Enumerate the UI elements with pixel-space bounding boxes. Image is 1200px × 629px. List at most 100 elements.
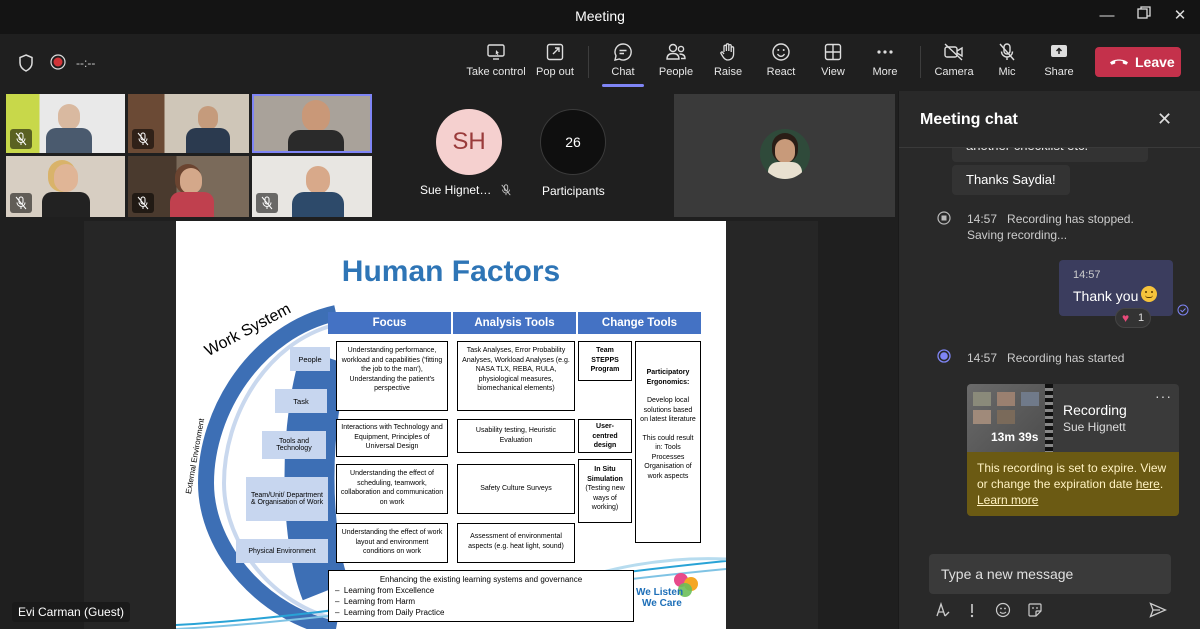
video-tile[interactable] [6,94,125,153]
mic-off-icon [137,132,149,146]
simulation-note: (Testing new ways of working) [585,485,625,511]
heart-reaction-badge[interactable]: ♥ 1 [1115,308,1151,328]
learning-item: – Learning from Harm [335,597,416,606]
focus-cell: Interactions with Technology and Equipme… [336,419,448,457]
learning-title: Enhancing the existing learning systems … [379,575,583,584]
view-label: View [821,66,845,78]
restore-button[interactable] [1134,6,1154,26]
presentation-slide: Human Factors Work System External Envir… [176,221,726,629]
format-icon[interactable] [935,602,951,618]
mic-muted-badge [10,129,32,149]
analysis-cell: Usability testing, Heuristic Evaluation [457,419,575,453]
emoji-icon[interactable] [995,602,1011,618]
header-focus: Focus [328,312,451,334]
chat-active-indicator [602,84,644,87]
presenter-name-label: Evi Carman (Guest) [12,602,131,622]
left-item-team: Team/Unit/ Department & Organisation of … [246,477,328,521]
change-cell-simulation: In Situ Simulation (Testing new ways of … [578,459,632,523]
minimize-button[interactable]: — [1097,6,1117,26]
video-tile[interactable] [128,94,249,153]
participatory-ergonomics-cell: Participatory Ergonomics: Develop local … [635,341,701,543]
we-listen-we-care-logo: We Listen We Care [636,573,706,617]
video-tile[interactable] [252,156,372,217]
react-label: React [766,66,796,78]
chat-label: Chat [611,66,635,78]
learn-more-link[interactable]: Learn more [977,492,1169,508]
share-button[interactable]: Share [1040,42,1078,86]
more-dots-icon [877,50,893,54]
message-text: Thank you [1073,288,1139,304]
close-chat-icon[interactable]: ✕ [1157,109,1172,130]
view-grid-icon [824,43,842,61]
important-icon[interactable] [967,602,977,618]
close-window-button[interactable]: ✕ [1170,6,1190,26]
pe-body: Develop local solutions based on latest … [640,397,696,423]
people-label: People [658,66,694,78]
shield-icon[interactable] [18,54,34,77]
more-button[interactable]: More [864,42,906,86]
mic-muted-badge [132,129,154,149]
sticker-icon[interactable] [1027,602,1043,618]
camera-button[interactable]: Camera [932,42,976,86]
participant-tile[interactable] [674,94,895,217]
recording-stopped-icon [937,211,951,225]
recording-card-owner: Sue Hignett [1063,420,1126,434]
recording-thumbnail[interactable]: 13m 39s [967,384,1053,452]
analysis-cell: Task Analyses, Error Probability Analyse… [457,341,575,411]
participant-name: Sue Hignet… [420,183,492,197]
active-speaker-video-tile[interactable] [252,94,372,153]
message-input[interactable]: Type a new message [929,554,1171,594]
mic-off-icon [15,132,27,146]
learning-item: – Learning from Daily Practice [335,608,445,617]
raise-hand-button[interactable]: Raise [708,42,748,86]
recording-card[interactable]: 13m 39s Recording Sue Hignett ··· This r… [967,384,1179,516]
title-bar: Meeting — ✕ [0,0,1200,34]
send-icon[interactable] [1149,602,1167,618]
meeting-timer: --:-- [76,56,96,70]
leave-label: Leave [1135,54,1175,70]
meeting-toolbar: --:-- Take control Pop out Chat People R… [0,34,1200,90]
camera-label: Camera [934,66,974,78]
take-control-button[interactable]: Take control [466,42,526,86]
message-seen-icon [1177,304,1189,316]
recording-card-title: Recording [1063,402,1127,418]
react-button[interactable]: React [760,42,802,86]
video-tile[interactable] [6,156,125,217]
take-control-icon [487,44,505,60]
mic-button[interactable]: Mic [988,42,1026,86]
header-analysis: Analysis Tools [453,312,576,334]
recording-indicator-icon [50,54,66,75]
pop-out-button[interactable]: Pop out [532,42,578,86]
my-chat-message[interactable]: 14:57 Thank you [1059,260,1173,316]
left-item-tools: Tools and Technology [262,431,326,459]
pop-out-label: Pop out [536,66,574,78]
learning-systems-box: Enhancing the existing learning systems … [328,570,634,622]
left-item-physical: Physical Environment [236,539,328,563]
mic-off-icon [501,184,511,196]
pop-out-icon [546,43,564,61]
expiration-link[interactable]: here [1136,477,1160,491]
chat-button[interactable]: Chat [600,42,646,87]
focus-cell: Understanding performance, workload and … [336,341,448,411]
recording-more-options-icon[interactable]: ··· [1155,388,1172,404]
view-button[interactable]: View [812,42,854,86]
focus-cell: Understanding the effect of work layout … [336,523,448,563]
smile-emoji-icon [1141,286,1157,302]
window-title: Meeting [575,8,625,24]
focus-cell: Understanding the effect of scheduling, … [336,464,448,514]
leave-button[interactable]: Leave [1095,47,1181,77]
learning-item: – Learning from Excellence [335,586,435,595]
recording-duration: 13m 39s [991,430,1039,444]
pe-result: This could result in: Tools Processes Or… [642,434,694,480]
change-cell: User-centred design [578,419,632,453]
heart-icon: ♥ [1122,311,1130,325]
participants-label: Participants [542,184,605,198]
participants-count-circle[interactable]: 26 [540,109,606,175]
video-tile[interactable] [128,156,249,217]
camera-off-icon [944,43,963,61]
people-button[interactable]: People [654,42,698,86]
chat-message-list: another checklist etc. Thanks Saydia! 14… [899,148,1200,548]
people-icon [666,43,686,60]
participant-avatar-sh[interactable]: SH [436,109,502,175]
mic-off-icon [137,196,149,210]
